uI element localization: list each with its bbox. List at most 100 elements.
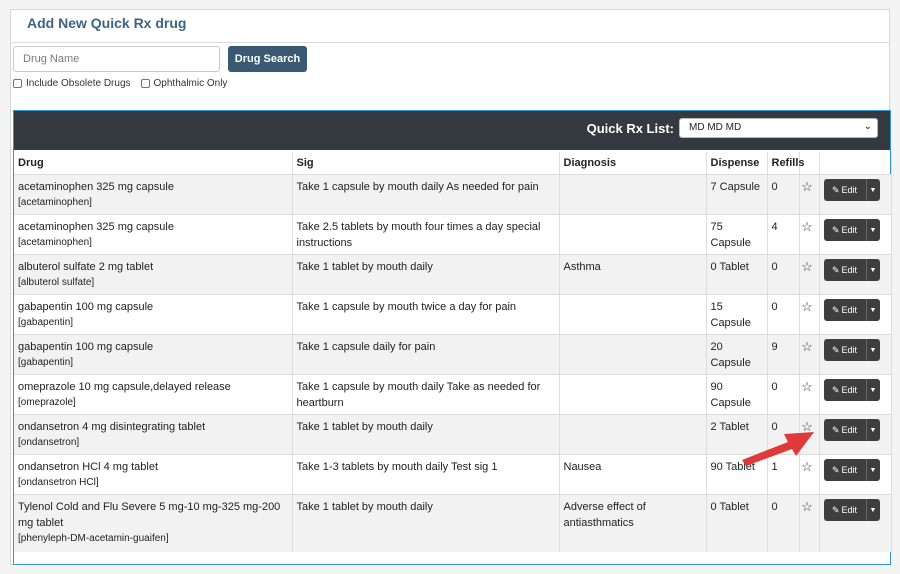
edit-dropdown-button[interactable]: ▼: [865, 259, 880, 281]
drug-cell: acetaminophen 325 mg capsule [acetaminoph…: [14, 214, 293, 255]
edit-button-group: ✎ Edit ▼: [823, 459, 887, 481]
column-header-sig[interactable]: Sig: [292, 152, 560, 175]
generic-name: [ondansetron HCl]: [18, 477, 99, 488]
star-icon[interactable]: ☆: [801, 339, 813, 354]
edit-dropdown-button[interactable]: ▼: [865, 299, 880, 321]
star-icon[interactable]: ☆: [801, 179, 813, 194]
ophthalmic-only-checkbox[interactable]: [140, 79, 150, 88]
column-header-refills[interactable]: Refills: [767, 152, 805, 175]
favorite-cell: ☆: [799, 294, 820, 335]
edit-label: Edit: [841, 345, 858, 355]
ophthalmic-only-label: Ophthalmic Only: [153, 78, 228, 89]
star-icon[interactable]: ☆: [801, 219, 813, 234]
edit-label: Edit: [841, 465, 858, 475]
edit-button-group: ✎ Edit ▼: [823, 379, 887, 401]
diagnosis-cell: Adverse effect of antiasthmatics: [559, 494, 707, 552]
drug-cell: omeprazole 10 mg capsule,delayed release…: [14, 374, 293, 415]
star-icon[interactable]: ☆: [801, 499, 813, 514]
edit-button[interactable]: ✎ Edit: [823, 499, 866, 521]
edit-button[interactable]: ✎ Edit: [823, 459, 866, 481]
edit-button[interactable]: ✎ Edit: [823, 259, 866, 281]
diagnosis-cell: Nausea: [559, 454, 707, 495]
drug-cell: acetaminophen 325 mg capsule [acetaminoph…: [14, 174, 293, 215]
diagnosis-cell: [559, 334, 707, 375]
edit-button[interactable]: ✎ Edit: [823, 179, 866, 201]
quick-rx-selected-value: MD MD MD: [689, 122, 742, 133]
star-icon[interactable]: ☆: [801, 259, 813, 274]
actions-cell: ✎ Edit ▼: [819, 254, 892, 295]
favorite-cell: ☆: [799, 334, 820, 375]
drug-cell: ondansetron HCl 4 mg tablet [ondansetron …: [14, 454, 293, 495]
edit-dropdown-button[interactable]: ▼: [865, 459, 880, 481]
refills-cell: 0: [767, 294, 800, 335]
column-header-diagnosis[interactable]: Diagnosis: [559, 152, 707, 175]
edit-button[interactable]: ✎ Edit: [823, 299, 866, 321]
drug-cell: ondansetron 4 mg disintegrating tablet [o…: [14, 414, 293, 455]
edit-button-group: ✎ Edit ▼: [823, 299, 887, 321]
column-header-dispense[interactable]: Dispense: [706, 152, 768, 175]
edit-icon: ✎: [831, 344, 840, 355]
quick-rx-list-select[interactable]: MD MD MD ⌄: [679, 118, 878, 138]
refills-cell: 4: [767, 214, 800, 255]
table-row: gabapentin 100 mg capsule [gabapentin] Tak…: [14, 294, 892, 335]
diagnosis-cell: [559, 374, 707, 415]
table-row: acetaminophen 325 mg capsule [acetaminoph…: [14, 174, 892, 215]
sig-cell: Take 1-3 tablets by mouth daily Test sig…: [292, 454, 560, 495]
generic-name: [ondansetron]: [18, 437, 80, 448]
table-header-row: Drug Sig Diagnosis Dispense Refills: [14, 152, 892, 175]
drug-name: gabapentin 100 mg capsule: [18, 341, 154, 353]
dispense-cell: 0 Tablet: [706, 494, 768, 552]
edit-label: Edit: [841, 185, 858, 195]
sig-cell: Take 1 tablet by mouth daily: [292, 414, 560, 455]
column-header-actions: [819, 152, 892, 175]
edit-dropdown-button[interactable]: ▼: [865, 339, 880, 361]
edit-dropdown-button[interactable]: ▼: [865, 219, 880, 241]
dispense-cell: 15 Capsule: [706, 294, 768, 335]
include-obsolete-checkbox[interactable]: [13, 79, 22, 88]
edit-dropdown-button[interactable]: ▼: [865, 179, 880, 201]
drug-name-input[interactable]: [13, 46, 220, 72]
actions-cell: ✎ Edit ▼: [819, 174, 892, 215]
drug-cell: albuterol sulfate 2 mg tablet [albuterol …: [14, 254, 293, 295]
sig-cell: Take 1 tablet by mouth daily: [292, 254, 560, 295]
caret-down-icon: ▼: [869, 306, 877, 314]
caret-down-icon: ▼: [869, 266, 877, 274]
edit-button-group: ✎ Edit ▼: [823, 259, 887, 281]
refills-cell: 0: [767, 374, 800, 415]
favorite-cell: ☆: [799, 494, 820, 552]
chevron-down-icon: ⌄: [863, 121, 872, 132]
edit-button[interactable]: ✎ Edit: [823, 339, 866, 361]
dispense-cell: 20 Capsule: [706, 334, 768, 375]
favorite-cell: ☆: [799, 254, 820, 295]
generic-name: [albuterol sulfate]: [18, 277, 95, 288]
edit-button-group: ✎ Edit ▼: [823, 179, 887, 201]
star-icon[interactable]: ☆: [801, 379, 813, 394]
drug-search-button[interactable]: Drug Search: [228, 46, 307, 72]
edit-button[interactable]: ✎ Edit: [823, 419, 866, 441]
column-header-drug[interactable]: Drug: [14, 152, 293, 175]
edit-dropdown-button[interactable]: ▼: [865, 379, 880, 401]
edit-dropdown-button[interactable]: ▼: [865, 499, 880, 521]
diagnosis-cell: Asthma: [559, 254, 707, 295]
quick-rx-list-label: Quick Rx List:: [586, 121, 674, 136]
star-icon[interactable]: ☆: [801, 299, 813, 314]
edit-button-group: ✎ Edit ▼: [823, 419, 887, 441]
dispense-cell: 75 Capsule: [706, 214, 768, 255]
edit-button[interactable]: ✎ Edit: [823, 379, 866, 401]
caret-down-icon: ▼: [869, 466, 877, 474]
edit-icon: ✎: [831, 384, 840, 395]
favorite-cell: ☆: [799, 214, 820, 255]
edit-label: Edit: [841, 225, 858, 235]
drug-name: acetaminophen 325 mg capsule: [18, 181, 174, 193]
actions-cell: ✎ Edit ▼: [819, 454, 892, 495]
diagnosis-cell: [559, 214, 707, 255]
caret-down-icon: ▼: [869, 386, 877, 394]
caret-down-icon: ▼: [869, 506, 877, 514]
edit-dropdown-button[interactable]: ▼: [865, 419, 880, 441]
table-row: albuterol sulfate 2 mg tablet [albuterol …: [14, 254, 892, 295]
edit-button[interactable]: ✎ Edit: [823, 219, 866, 241]
refills-cell: 0: [767, 494, 800, 552]
favorite-cell: ☆: [799, 374, 820, 415]
edit-icon: ✎: [831, 184, 840, 195]
caret-down-icon: ▼: [869, 226, 877, 234]
